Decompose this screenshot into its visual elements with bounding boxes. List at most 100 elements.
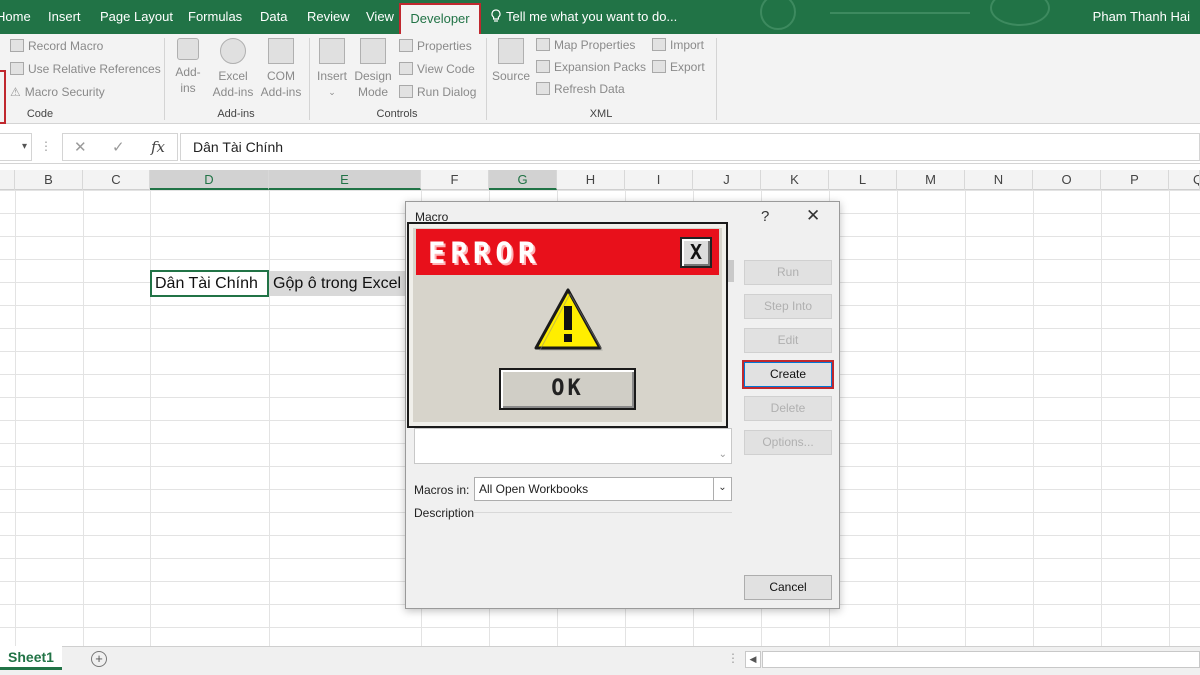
- ok-button[interactable]: OK: [499, 368, 636, 410]
- column-header[interactable]: G: [489, 170, 557, 190]
- column-header[interactable]: E: [269, 170, 421, 190]
- design-mode-label-bottom: Mode: [357, 85, 389, 99]
- tab-home[interactable]: Home: [0, 0, 31, 34]
- tab-insert[interactable]: Insert: [48, 0, 81, 34]
- insert-function-icon[interactable]: fx: [151, 138, 165, 156]
- tab-review[interactable]: Review: [307, 0, 350, 34]
- scroll-left-icon[interactable]: ◀: [745, 651, 761, 668]
- xml-source-icon: [498, 38, 524, 64]
- excel-addins-label-top: Excel: [218, 69, 248, 83]
- help-icon[interactable]: ?: [761, 208, 769, 225]
- relative-references-icon: [10, 62, 24, 75]
- tab-page-layout[interactable]: Page Layout: [100, 0, 173, 34]
- macro-list[interactable]: ⌄: [414, 428, 732, 464]
- column-header[interactable]: D: [150, 170, 269, 190]
- column-header[interactable]: L: [829, 170, 897, 190]
- macro-security-button[interactable]: ⚠ Macro Security: [10, 85, 105, 99]
- select-all-corner[interactable]: [0, 170, 15, 190]
- export-button[interactable]: Export: [652, 60, 705, 74]
- confirm-formula-icon[interactable]: ✓: [112, 138, 125, 156]
- addins-button[interactable]: Add- ins: [170, 38, 206, 96]
- map-properties-label: Map Properties: [554, 38, 636, 52]
- grid-line: [15, 190, 16, 646]
- import-button[interactable]: Import: [652, 38, 704, 52]
- chevron-down-icon: ⌄: [328, 87, 336, 97]
- column-header[interactable]: Q: [1169, 170, 1200, 190]
- add-sheet-icon[interactable]: +: [91, 651, 107, 667]
- active-cell[interactable]: Dân Tài Chính: [150, 270, 269, 297]
- gear-icon: [220, 38, 246, 64]
- decorative-circuit-line: [830, 4, 970, 14]
- column-header[interactable]: C: [83, 170, 150, 190]
- insert-control-label: Insert: [316, 69, 347, 83]
- design-mode-label-top: Design: [354, 69, 392, 83]
- formula-bar-grip-icon: ⋮: [40, 139, 52, 153]
- error-close-button[interactable]: X: [680, 237, 712, 268]
- user-name[interactable]: Pham Thanh Hai: [1093, 0, 1190, 34]
- tell-me-search[interactable]: Tell me what you want to do...: [490, 0, 677, 34]
- column-header[interactable]: N: [965, 170, 1033, 190]
- delete-button[interactable]: Delete: [744, 396, 832, 421]
- formula-input[interactable]: Dân Tài Chính: [180, 133, 1200, 161]
- refresh-data-button[interactable]: Refresh Data: [536, 82, 625, 96]
- excel-addins-button[interactable]: Excel Add-ins: [208, 38, 258, 100]
- formula-bar: ▾ ⋮ ✕ ✓ fx Dân Tài Chính: [0, 130, 1200, 164]
- edit-button[interactable]: Edit: [744, 328, 832, 353]
- sheet-tab[interactable]: Sheet1: [0, 646, 62, 670]
- addins-label-bottom: ins: [180, 81, 196, 95]
- ribbon-separator: [486, 38, 487, 120]
- name-box[interactable]: ▾: [0, 133, 32, 161]
- formula-buttons: ✕ ✓ fx: [62, 133, 178, 161]
- expansion-packs-icon: [536, 60, 550, 73]
- close-icon[interactable]: ✕: [806, 206, 820, 226]
- chevron-down-icon[interactable]: ⌄: [713, 478, 731, 500]
- column-headers: B C D E F G H I J K L M N O P Q: [0, 170, 1200, 190]
- view-code-button[interactable]: View Code: [399, 62, 475, 76]
- column-header[interactable]: O: [1033, 170, 1101, 190]
- design-mode-button[interactable]: Design Mode: [352, 38, 394, 100]
- selected-cell[interactable]: Gộp ô trong Excel: [269, 271, 419, 296]
- expansion-packs-button[interactable]: Expansion Packs: [536, 60, 646, 74]
- grid-line: [83, 190, 84, 646]
- properties-button[interactable]: Properties: [399, 39, 472, 53]
- column-header[interactable]: B: [15, 170, 83, 190]
- scroll-grip-icon: ⋮: [727, 651, 739, 665]
- horizontal-scrollbar[interactable]: [762, 651, 1200, 668]
- map-properties-button[interactable]: Map Properties: [536, 38, 635, 52]
- cancel-button[interactable]: Cancel: [744, 575, 832, 600]
- grid-line: [150, 190, 151, 646]
- view-code-label: View Code: [417, 62, 475, 76]
- column-header[interactable]: P: [1101, 170, 1169, 190]
- relative-references-button[interactable]: Use Relative References: [10, 62, 161, 76]
- options-button[interactable]: Options...: [744, 430, 832, 455]
- column-header[interactable]: I: [625, 170, 693, 190]
- error-popup: ERROR X OK: [407, 222, 728, 428]
- run-dialog-button[interactable]: Run Dialog: [399, 85, 476, 99]
- column-header[interactable]: K: [761, 170, 829, 190]
- run-button[interactable]: Run: [744, 260, 832, 285]
- tab-view[interactable]: View: [366, 0, 394, 34]
- tab-data[interactable]: Data: [260, 0, 287, 34]
- create-button[interactable]: Create: [744, 362, 832, 387]
- chevron-down-icon: ▾: [21, 141, 27, 152]
- chevron-down-icon[interactable]: ⌄: [719, 449, 727, 460]
- column-header[interactable]: J: [693, 170, 761, 190]
- column-header[interactable]: H: [557, 170, 625, 190]
- cancel-formula-icon[interactable]: ✕: [74, 138, 87, 156]
- ribbon-separator: [716, 38, 717, 120]
- relative-references-label: Use Relative References: [28, 62, 161, 76]
- tab-developer[interactable]: Developer: [399, 3, 481, 34]
- macros-in-select[interactable]: All Open Workbooks ⌄: [474, 477, 732, 501]
- error-title: ERROR: [428, 236, 541, 270]
- record-macro-button[interactable]: Record Macro: [10, 39, 103, 53]
- step-into-button[interactable]: Step Into: [744, 294, 832, 319]
- warning-icon: ⚠: [10, 85, 21, 99]
- xml-source-button[interactable]: Source: [490, 38, 532, 84]
- tab-formulas[interactable]: Formulas: [188, 0, 242, 34]
- column-header[interactable]: F: [421, 170, 489, 190]
- column-header[interactable]: M: [897, 170, 965, 190]
- insert-control-button[interactable]: Insert ⌄: [314, 38, 350, 100]
- macro-security-label: Macro Security: [24, 85, 105, 99]
- import-label: Import: [670, 38, 705, 52]
- com-addins-button[interactable]: COM Add-ins: [257, 38, 305, 100]
